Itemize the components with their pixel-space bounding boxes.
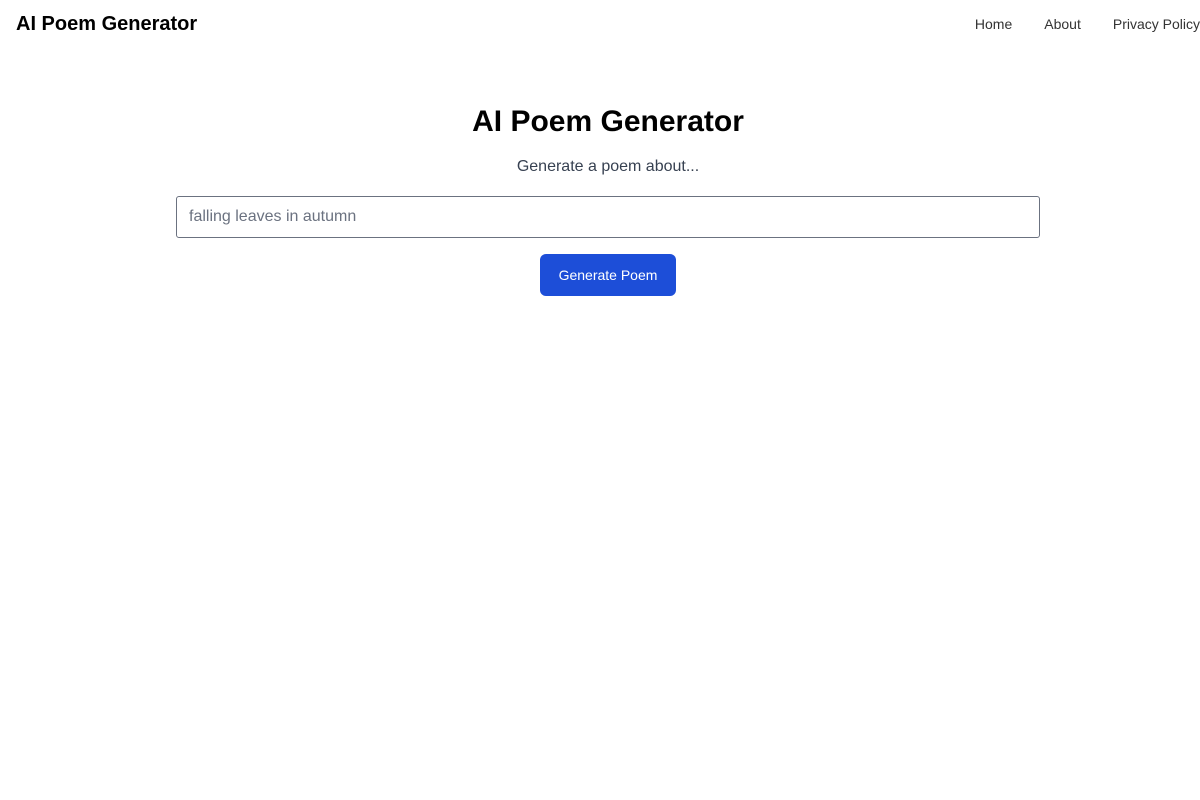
generate-poem-button[interactable]: Generate Poem — [540, 254, 676, 296]
nav-home-link[interactable]: Home — [975, 15, 1012, 33]
nav-privacy-policy-link[interactable]: Privacy Policy — [1113, 15, 1200, 33]
navbar: AI Poem Generator Home About Privacy Pol… — [0, 0, 1200, 48]
poem-topic-input[interactable] — [176, 196, 1040, 238]
page-title: AI Poem Generator — [472, 105, 744, 138]
page-subtitle: Generate a poem about... — [516, 158, 700, 175]
brand-title[interactable]: AI Poem Generator — [16, 12, 197, 36]
nav-about-link[interactable]: About — [1044, 15, 1081, 33]
nav-links: Home About Privacy Policy — [975, 15, 1200, 33]
